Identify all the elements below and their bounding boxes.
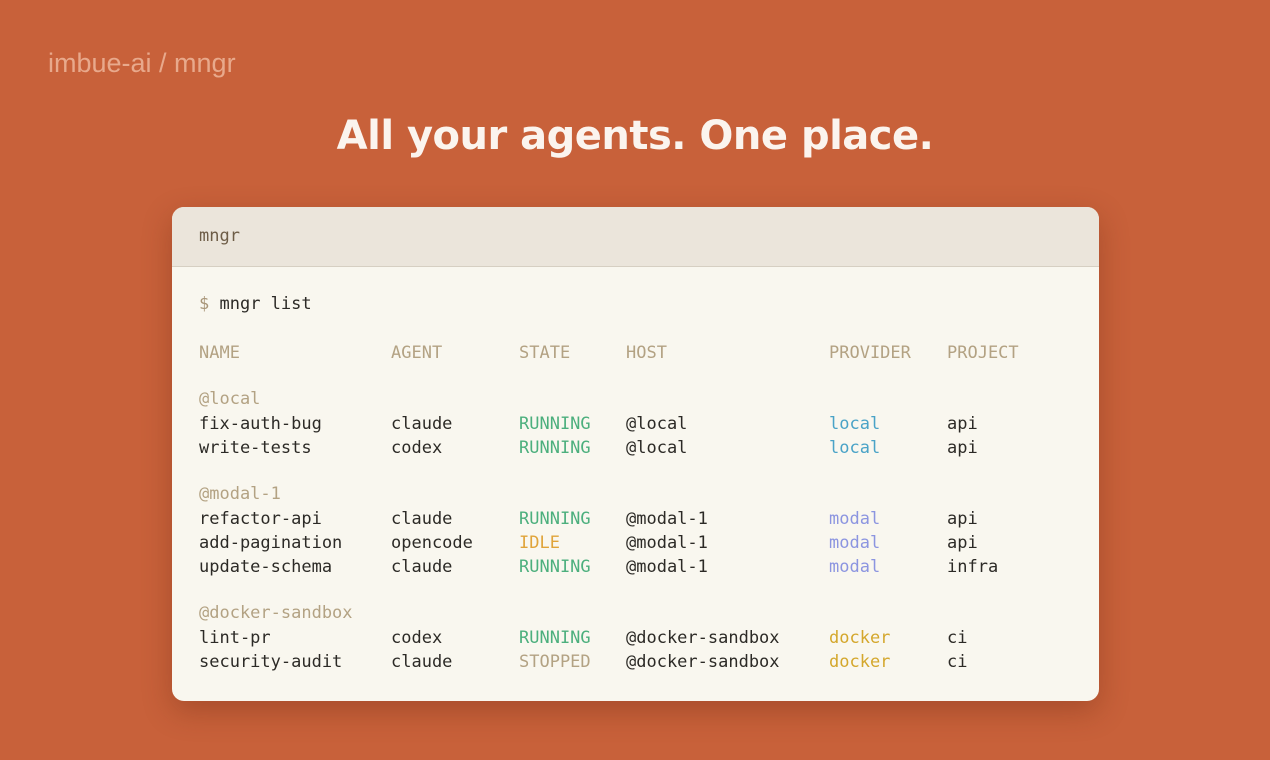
- cell-agent: claude: [391, 414, 453, 434]
- cell-project: ci: [947, 652, 968, 672]
- cell-provider: modal: [829, 557, 881, 577]
- column-header-state: STATE: [519, 343, 571, 363]
- cell-name: write-tests: [199, 438, 312, 458]
- cell-host: @modal-1: [626, 533, 708, 553]
- cell-host: @docker-sandbox: [626, 628, 780, 648]
- cell-state: IDLE: [519, 533, 560, 553]
- column-header-name: NAME: [199, 343, 240, 363]
- cell-agent: opencode: [391, 533, 473, 553]
- cell-state: RUNNING: [519, 557, 591, 577]
- cell-agent: claude: [391, 509, 453, 529]
- cell-project: api: [947, 509, 978, 529]
- cell-agent: claude: [391, 652, 453, 672]
- column-header-host: HOST: [626, 343, 667, 363]
- cell-project: api: [947, 414, 978, 434]
- column-header-project: PROJECT: [947, 343, 1019, 363]
- cell-provider: docker: [829, 652, 891, 672]
- cell-provider: local: [829, 414, 881, 434]
- cell-host: @local: [626, 438, 688, 458]
- cell-agent: claude: [391, 557, 453, 577]
- cell-host: @modal-1: [626, 509, 708, 529]
- cell-name: lint-pr: [199, 628, 271, 648]
- terminal-window: mngr $ mngr list NAME AGENT STATE HOST PROVI…: [172, 207, 1099, 701]
- cell-name: update-schema: [199, 557, 333, 577]
- cell-host: @local: [626, 414, 688, 434]
- page-headline: All your agents. One place.: [336, 113, 934, 159]
- cell-name: security-audit: [199, 652, 343, 672]
- cell-name: fix-auth-bug: [199, 414, 322, 434]
- host-group-label: @modal-1: [199, 484, 281, 504]
- cell-project: api: [947, 438, 978, 458]
- cell-agent: codex: [391, 438, 443, 458]
- cell-project: api: [947, 533, 978, 553]
- host-group-label: @local: [199, 389, 261, 409]
- command-line: $ mngr list: [199, 294, 312, 314]
- brand-label[interactable]: imbue-ai / mngr: [48, 48, 236, 79]
- cell-state: STOPPED: [519, 652, 591, 672]
- terminal-titlebar: mngr: [172, 207, 1099, 267]
- cell-state: RUNNING: [519, 438, 591, 458]
- cell-state: RUNNING: [519, 509, 591, 529]
- cell-project: ci: [947, 628, 968, 648]
- prompt-symbol: $: [199, 294, 210, 314]
- cell-state: RUNNING: [519, 628, 591, 648]
- column-header-agent: AGENT: [391, 343, 443, 363]
- cell-agent: codex: [391, 628, 443, 648]
- cell-host: @modal-1: [626, 557, 708, 577]
- cell-name: refactor-api: [199, 509, 322, 529]
- command-text: mngr list: [219, 294, 312, 314]
- cell-provider: modal: [829, 509, 881, 529]
- cell-name: add-pagination: [199, 533, 343, 553]
- cell-provider: docker: [829, 628, 891, 648]
- cell-project: infra: [947, 557, 999, 577]
- cell-provider: modal: [829, 533, 881, 553]
- column-header-provider: PROVIDER: [829, 343, 911, 363]
- cell-host: @docker-sandbox: [626, 652, 780, 672]
- terminal-title: mngr: [199, 226, 240, 246]
- cell-provider: local: [829, 438, 881, 458]
- host-group-label: @docker-sandbox: [199, 603, 353, 623]
- cell-state: RUNNING: [519, 414, 591, 434]
